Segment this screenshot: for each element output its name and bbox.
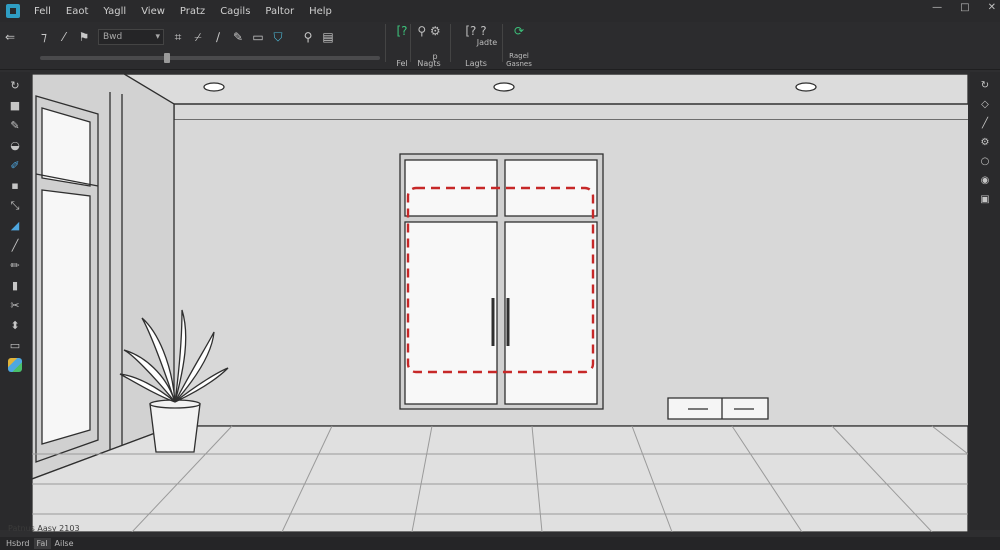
- pencil-icon[interactable]: ✎: [6, 118, 24, 133]
- tool-group-p[interactable]: p: [428, 52, 442, 66]
- room-sketch: [32, 74, 968, 532]
- group-nagts-icon: ⚲ ⚙: [417, 24, 441, 38]
- group-fel-label: Fel: [396, 59, 408, 68]
- menu-help[interactable]: Help: [309, 6, 332, 17]
- minimize-button[interactable]: —: [932, 2, 942, 13]
- circle-icon[interactable]: ○: [977, 154, 993, 168]
- app-logo-icon: [6, 4, 20, 18]
- menu-file[interactable]: Fell: [34, 6, 51, 17]
- canvas-note: Patnus Aasy 2103: [8, 524, 80, 533]
- brush-tool-icon[interactable]: ⁄: [54, 27, 74, 47]
- group-jadte-label: Jadte: [476, 38, 498, 47]
- pen-icon[interactable]: ╱: [977, 116, 993, 130]
- ceiling-light: [203, 82, 225, 92]
- window-pane-top: [41, 107, 91, 187]
- bucket-icon[interactable]: ⬍: [6, 318, 24, 333]
- menu-cagils[interactable]: Cagils: [220, 6, 250, 17]
- opacity-slider[interactable]: [40, 53, 380, 63]
- pencil-icon[interactable]: ✎: [228, 27, 248, 47]
- refresh-icon: ⟳: [513, 24, 525, 38]
- stamp-icon[interactable]: ▮: [6, 278, 24, 293]
- tool-group-fel[interactable]: [? Fel: [392, 24, 412, 68]
- transform-icon[interactable]: ⤡: [6, 198, 24, 213]
- menu-view[interactable]: View: [141, 6, 165, 17]
- toolbar-divider: [410, 24, 411, 62]
- chevron-down-icon: ▾: [155, 32, 160, 42]
- window-controls: — □ ✕: [932, 2, 996, 13]
- eraser-icon[interactable]: ◇: [977, 97, 993, 111]
- toolbar-divider: [502, 24, 503, 62]
- document-icon[interactable]: ▤: [318, 27, 338, 47]
- door-panel-right: [504, 221, 598, 405]
- eraser-icon[interactable]: ▭: [248, 27, 268, 47]
- crop-icon[interactable]: ⌗: [168, 27, 188, 47]
- menu-paltor[interactable]: Paltor: [265, 6, 294, 17]
- flag-icon[interactable]: ⚑: [74, 27, 94, 47]
- layers-icon[interactable]: ▣: [977, 192, 993, 206]
- fill-icon[interactable]: ◢: [6, 218, 24, 233]
- group-p-label: p: [432, 52, 438, 61]
- maximize-button[interactable]: □: [960, 2, 969, 13]
- layer-select-value: Bwd: [103, 32, 123, 42]
- palette-icon[interactable]: ◉: [977, 173, 993, 187]
- menu-edit[interactable]: Eaot: [66, 6, 89, 17]
- ceiling-light: [795, 82, 817, 92]
- tool-group-jadte[interactable]: Jadte: [474, 38, 500, 54]
- toolbar-divider: [450, 24, 451, 62]
- color-picker-icon[interactable]: [8, 358, 22, 372]
- paint-bucket-icon[interactable]: ◒: [6, 138, 24, 153]
- group-lagts-icon: [? ?: [465, 24, 487, 38]
- slider-handle[interactable]: [163, 53, 170, 63]
- layer-icon[interactable]: ▪: [6, 178, 24, 193]
- brush-icon[interactable]: ✐: [6, 158, 24, 173]
- marker-icon[interactable]: ✏: [6, 258, 24, 273]
- door-panel-left: [404, 221, 498, 405]
- right-tool-palette: ↻ ◇ ╱ ⚙ ○ ◉ ▣: [970, 72, 1000, 530]
- tool-group-ragel[interactable]: ⟳ Ragel Gasnes: [504, 24, 534, 68]
- group-fel-icon: [?: [396, 24, 408, 38]
- scissors-icon[interactable]: ✂: [6, 298, 24, 313]
- group-lagts-label: Lagts: [465, 59, 487, 68]
- group-ragel-label: Ragel Gasnes: [506, 52, 532, 68]
- frame-icon[interactable]: ▭: [6, 338, 24, 353]
- app-window: Fell Eaot Yagll View Pratz Cagils Paltor…: [0, 0, 1000, 550]
- line-tool-icon[interactable]: ╱: [6, 238, 24, 253]
- drawing-canvas[interactable]: [32, 74, 968, 532]
- rotate-icon[interactable]: ↻: [6, 78, 24, 93]
- wand-icon[interactable]: ⌿: [188, 27, 208, 47]
- shield-icon[interactable]: ⛉: [268, 27, 288, 47]
- eyedropper-icon[interactable]: ∕: [208, 27, 228, 47]
- folder-icon[interactable]: ■: [6, 98, 24, 113]
- close-button[interactable]: ✕: [988, 2, 996, 13]
- gear-icon[interactable]: ⚙: [977, 135, 993, 149]
- history-icon[interactable]: ↻: [977, 78, 993, 92]
- left-tool-palette: ↻ ■ ✎ ◒ ✐ ▪ ⤡ ◢ ╱ ✏ ▮ ✂ ⬍ ▭: [0, 72, 30, 530]
- menu-yagll[interactable]: Yagll: [103, 6, 126, 17]
- back-arrow-icon[interactable]: ⇐: [0, 27, 20, 47]
- status-file[interactable]: Fal: [33, 538, 51, 549]
- toolbar: ⇐ ⁊ ⁄ ⚑ Bwd ▾ ⌗ ⌿ ∕ ✎ ▭ ⛉ ⚲ ▤ [? Fel ⚲ ⚙…: [0, 22, 1000, 70]
- window-pane-bottom: [41, 189, 91, 445]
- pen-tool-icon[interactable]: ⁊: [34, 27, 54, 47]
- menu-bar: Fell Eaot Yagll View Pratz Cagils Paltor…: [0, 0, 1000, 22]
- ceiling-light: [493, 82, 515, 92]
- toolbar-divider: [385, 24, 386, 62]
- layer-select[interactable]: Bwd ▾: [98, 29, 164, 45]
- search-icon[interactable]: ⚲: [298, 27, 318, 47]
- menu-pratz[interactable]: Pratz: [180, 6, 205, 17]
- status-layer[interactable]: Ailse: [55, 539, 74, 548]
- status-mode[interactable]: Hsbrd: [6, 539, 30, 548]
- status-bar: Hsbrd Fal Ailse: [0, 537, 1000, 550]
